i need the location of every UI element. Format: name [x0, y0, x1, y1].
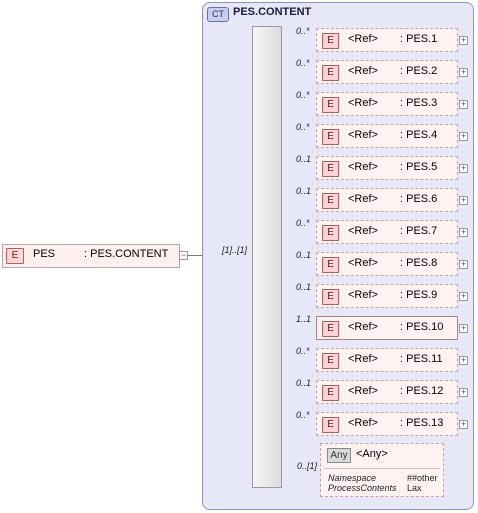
element-badge: E — [322, 65, 339, 81]
child-cardinality: 0..1 — [296, 154, 312, 164]
child-cardinality: 0..1 — [296, 378, 312, 388]
process-contents-value: Lax — [407, 483, 422, 493]
child-element[interactable]: E <Ref> : PES.11 — [316, 348, 458, 372]
expand-toggle[interactable]: + — [459, 164, 468, 173]
element-badge: E — [322, 225, 339, 241]
child-element[interactable]: E <Ref> : PES.1 — [316, 28, 458, 52]
element-badge: E — [322, 129, 339, 145]
child-name: : PES.6 — [400, 193, 438, 205]
child-element[interactable]: E <Ref> : PES.10 — [316, 316, 458, 340]
child-element[interactable]: E <Ref> : PES.5 — [316, 156, 458, 180]
expand-toggle[interactable]: + — [459, 420, 468, 429]
expand-toggle[interactable]: + — [459, 356, 468, 365]
child-name: : PES.3 — [400, 97, 438, 109]
element-badge: E — [6, 248, 24, 264]
child-name: : PES.5 — [400, 161, 438, 173]
child-element[interactable]: E <Ref> : PES.12 — [316, 380, 458, 404]
element-badge: E — [322, 321, 339, 337]
any-divider — [324, 468, 440, 469]
child-element[interactable]: E <Ref> : PES.7 — [316, 220, 458, 244]
child-ref: <Ref> — [348, 129, 378, 141]
element-badge: E — [322, 97, 339, 113]
element-badge: E — [322, 193, 339, 209]
expand-toggle[interactable]: + — [459, 324, 468, 333]
expand-toggle[interactable]: + — [459, 100, 468, 109]
child-name: : PES.9 — [400, 289, 438, 301]
root-cardinality: [1]..[1] — [222, 245, 248, 255]
child-ref: <Ref> — [348, 417, 378, 429]
child-ref: <Ref> — [348, 385, 378, 397]
child-name: : PES.1 — [400, 33, 438, 45]
child-cardinality: 0..* — [296, 218, 310, 228]
element-badge: E — [322, 353, 339, 369]
child-name: : PES.2 — [400, 65, 438, 77]
expand-toggle[interactable]: + — [459, 196, 468, 205]
child-name: : PES.10 — [400, 321, 444, 333]
sequence-bar[interactable] — [252, 26, 282, 488]
child-ref: <Ref> — [348, 33, 378, 45]
element-badge: E — [322, 289, 339, 305]
child-cardinality: 0..* — [296, 58, 310, 68]
child-ref: <Ref> — [348, 161, 378, 173]
element-badge: E — [322, 161, 339, 177]
child-element[interactable]: E <Ref> : PES.3 — [316, 92, 458, 116]
complex-type-badge: CT — [207, 7, 229, 22]
child-name: : PES.8 — [400, 257, 438, 269]
child-element[interactable]: E <Ref> : PES.4 — [316, 124, 458, 148]
any-element-name: <Any> — [356, 448, 388, 460]
child-name: : PES.12 — [400, 385, 444, 397]
child-cardinality: 0..* — [296, 346, 310, 356]
child-cardinality: 0..1 — [296, 186, 312, 196]
child-ref: <Ref> — [348, 193, 378, 205]
complex-type-name: PES.CONTENT — [233, 6, 312, 18]
child-ref: <Ref> — [348, 65, 378, 77]
child-cardinality: 0..1 — [296, 282, 312, 292]
child-cardinality: 0..1 — [296, 250, 312, 260]
child-ref: <Ref> — [348, 257, 378, 269]
child-element[interactable]: E <Ref> : PES.8 — [316, 252, 458, 276]
child-name: : PES.4 — [400, 129, 438, 141]
child-ref: <Ref> — [348, 97, 378, 109]
child-element[interactable]: E <Ref> : PES.9 — [316, 284, 458, 308]
child-cardinality: 1..1 — [296, 314, 312, 324]
child-cardinality: 0..* — [296, 122, 310, 132]
root-expand-toggle[interactable]: − — [179, 251, 188, 260]
child-cardinality: 0..* — [296, 90, 310, 100]
any-cardinality: 0..[1] — [297, 461, 318, 471]
root-element-type: : PES.CONTENT — [84, 248, 169, 260]
child-cardinality: 0..* — [296, 26, 310, 36]
namespace-value: ##other — [407, 473, 438, 483]
element-badge: E — [322, 33, 339, 49]
child-cardinality: 0..* — [296, 410, 310, 420]
child-ref: <Ref> — [348, 353, 378, 365]
child-element[interactable]: E <Ref> : PES.6 — [316, 188, 458, 212]
child-name: : PES.7 — [400, 225, 438, 237]
expand-toggle[interactable]: + — [459, 36, 468, 45]
child-ref: <Ref> — [348, 225, 378, 237]
process-contents-label: ProcessContents — [328, 483, 397, 493]
expand-toggle[interactable]: + — [459, 388, 468, 397]
expand-toggle[interactable]: + — [459, 228, 468, 237]
element-badge: E — [322, 385, 339, 401]
child-ref: <Ref> — [348, 289, 378, 301]
element-badge: E — [322, 417, 339, 433]
element-badge: E — [322, 257, 339, 273]
child-name: : PES.11 — [400, 353, 443, 365]
child-element[interactable]: E <Ref> : PES.2 — [316, 60, 458, 84]
expand-toggle[interactable]: + — [459, 292, 468, 301]
child-name: : PES.13 — [400, 417, 444, 429]
expand-toggle[interactable]: + — [459, 68, 468, 77]
child-element[interactable]: E <Ref> : PES.13 — [316, 412, 458, 436]
child-ref: <Ref> — [348, 321, 378, 333]
expand-toggle[interactable]: + — [459, 132, 468, 141]
expand-toggle[interactable]: + — [459, 260, 468, 269]
root-element-name: PES — [33, 248, 56, 260]
any-badge: Any — [327, 448, 351, 463]
namespace-label: Namespace — [328, 473, 377, 483]
